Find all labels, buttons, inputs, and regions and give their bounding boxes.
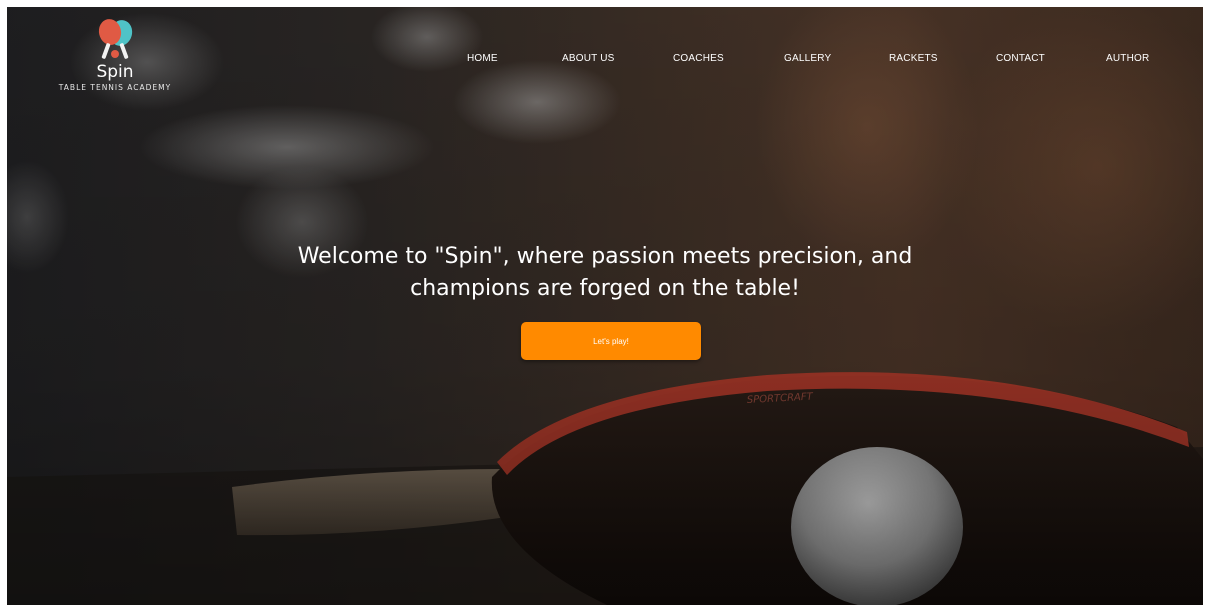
ping-pong-ball: [791, 447, 963, 605]
hero-headline: Welcome to "Spin", where passion meets p…: [297, 244, 913, 301]
lets-play-button[interactable]: Let's play!: [521, 322, 701, 360]
nav-link-about-us[interactable]: ABOUT US: [562, 53, 615, 64]
hero-section: SPORTCRAFT Spin TABLE TENNIS ACADEMY HOM…: [7, 7, 1203, 605]
logo-tagline: TABLE TENNIS ACADEMY: [58, 83, 172, 92]
nav-link-coaches[interactable]: COACHES: [673, 53, 724, 64]
nav-link-contact[interactable]: CONTACT: [996, 53, 1045, 64]
nav-link-rackets[interactable]: RACKETS: [889, 53, 938, 64]
nav-link-gallery[interactable]: GALLERY: [784, 53, 831, 64]
nav-link-author[interactable]: AUTHOR: [1106, 53, 1149, 64]
main-navigation: HOME ABOUT US COACHES GALLERY RACKETS CO…: [7, 53, 1203, 73]
hero-background-image: SPORTCRAFT: [7, 372, 1203, 605]
nav-link-home[interactable]: HOME: [467, 53, 498, 64]
